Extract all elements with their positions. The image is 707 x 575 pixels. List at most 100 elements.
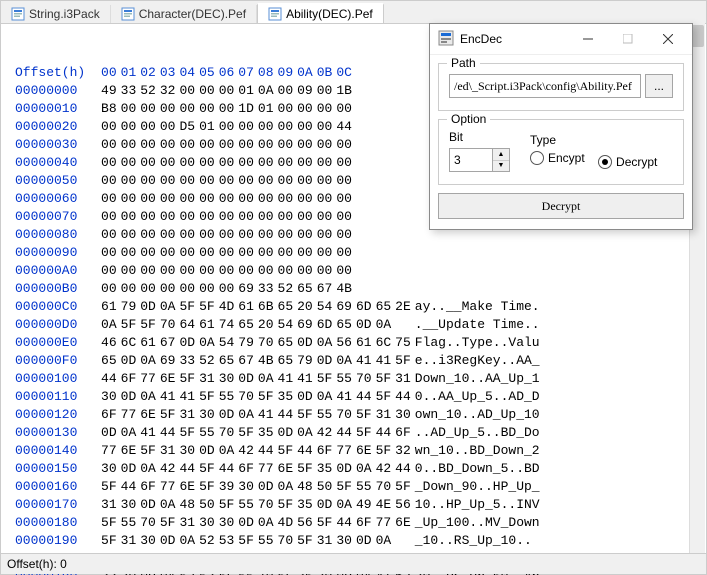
hex-byte[interactable]: 61 xyxy=(236,298,256,316)
hex-byte[interactable]: 0A xyxy=(256,370,276,388)
hex-byte[interactable]: 00 xyxy=(236,226,256,244)
hex-byte[interactable]: 5F xyxy=(295,532,315,550)
hex-byte[interactable]: 0A xyxy=(276,478,296,496)
hex-byte[interactable]: 31 xyxy=(393,370,413,388)
hex-byte[interactable]: 75 xyxy=(393,334,413,352)
hex-byte[interactable]: 5F xyxy=(374,442,394,460)
hex-byte[interactable]: 00 xyxy=(256,118,276,136)
hex-byte[interactable]: 61 xyxy=(197,316,217,334)
hex-byte[interactable]: 31 xyxy=(99,496,119,514)
hex-byte[interactable]: 5F xyxy=(119,316,139,334)
hex-byte[interactable]: 00 xyxy=(236,262,256,280)
hex-byte[interactable]: 5F xyxy=(393,478,413,496)
hex-byte[interactable]: 0A xyxy=(138,388,158,406)
hex-byte[interactable]: 67 xyxy=(315,280,335,298)
hex-byte[interactable]: 5F xyxy=(158,514,178,532)
hex-byte[interactable]: 0D xyxy=(158,532,178,550)
hex-byte[interactable]: 44 xyxy=(334,118,354,136)
hex-byte[interactable]: 00 xyxy=(119,190,139,208)
hex-byte[interactable]: 00 xyxy=(334,226,354,244)
hex-row[interactable]: 00000190 5F31300D0A52535F55705F31300D0A … xyxy=(13,532,542,550)
hex-byte[interactable]: 0A xyxy=(119,424,139,442)
hex-byte[interactable]: 30 xyxy=(197,514,217,532)
browse-button[interactable]: ... xyxy=(645,74,673,98)
hex-byte[interactable]: 5F xyxy=(276,442,296,460)
hex-byte[interactable]: 61 xyxy=(354,334,374,352)
hex-byte[interactable]: 00 xyxy=(119,136,139,154)
close-button[interactable] xyxy=(648,27,688,51)
hex-byte[interactable]: 0A xyxy=(236,406,256,424)
hex-byte[interactable]: 65 xyxy=(276,298,296,316)
hex-byte[interactable]: 6F xyxy=(393,424,413,442)
hex-byte[interactable]: 00 xyxy=(217,82,237,100)
hex-byte[interactable]: 5F xyxy=(354,406,374,424)
hex-byte[interactable]: 0D xyxy=(99,424,119,442)
hex-byte[interactable]: 5F xyxy=(236,424,256,442)
hex-byte[interactable]: 00 xyxy=(315,226,335,244)
hex-byte[interactable]: 44 xyxy=(393,388,413,406)
hex-byte[interactable]: 00 xyxy=(217,190,237,208)
hex-byte[interactable]: 55 xyxy=(354,478,374,496)
hex-byte[interactable]: 00 xyxy=(177,244,197,262)
hex-byte[interactable]: 00 xyxy=(334,154,354,172)
hex-byte[interactable]: 00 xyxy=(99,262,119,280)
hex-byte[interactable]: 0A xyxy=(197,334,217,352)
hex-byte[interactable]: 31 xyxy=(158,442,178,460)
hex-byte[interactable]: 69 xyxy=(295,316,315,334)
hex-byte[interactable]: 00 xyxy=(99,118,119,136)
hex-byte[interactable]: 52 xyxy=(138,82,158,100)
hex-byte[interactable]: 70 xyxy=(217,424,237,442)
hex-byte[interactable]: 00 xyxy=(334,100,354,118)
hex-byte[interactable]: 54 xyxy=(276,316,296,334)
hex-row[interactable]: 000000F0 650D0A69335265674B65790D0A41415… xyxy=(13,352,542,370)
title-bar[interactable]: EncDec xyxy=(430,24,692,55)
hex-byte[interactable]: 00 xyxy=(99,226,119,244)
hex-byte[interactable]: 55 xyxy=(236,496,256,514)
hex-byte[interactable]: 00 xyxy=(236,190,256,208)
hex-row[interactable]: 000000D0 0A5F5F70646174652054696D650D0A … xyxy=(13,316,542,334)
hex-byte[interactable]: 00 xyxy=(197,136,217,154)
hex-byte[interactable]: 00 xyxy=(177,190,197,208)
hex-byte[interactable]: 0D xyxy=(177,334,197,352)
decrypt-button[interactable]: Decrypt xyxy=(438,193,684,219)
hex-byte[interactable]: 30 xyxy=(138,532,158,550)
hex-byte[interactable]: 44 xyxy=(158,424,178,442)
hex-byte[interactable]: 0D xyxy=(217,406,237,424)
path-input[interactable] xyxy=(449,74,641,98)
hex-byte[interactable]: 00 xyxy=(315,190,335,208)
hex-byte[interactable]: 6B xyxy=(256,298,276,316)
hex-byte[interactable]: 0D xyxy=(295,334,315,352)
hex-byte[interactable]: 4B xyxy=(256,352,276,370)
hex-row[interactable]: 00000160 5F446F776E5F39300D0A48505F55705… xyxy=(13,478,542,496)
hex-byte[interactable]: 00 xyxy=(256,208,276,226)
hex-byte[interactable]: 00 xyxy=(177,208,197,226)
hex-byte[interactable]: 53 xyxy=(217,532,237,550)
hex-byte[interactable]: 00 xyxy=(217,208,237,226)
hex-byte[interactable]: 00 xyxy=(138,172,158,190)
hex-row[interactable]: 00000180 5F55705F3130300D0A4D565F446F776… xyxy=(13,514,542,532)
hex-byte[interactable]: 5F xyxy=(177,370,197,388)
hex-byte[interactable]: 41 xyxy=(334,388,354,406)
hex-byte[interactable]: 30 xyxy=(177,442,197,460)
hex-row[interactable]: 00000140 776E5F31300D0A42445F446F776E5F3… xyxy=(13,442,542,460)
hex-byte[interactable]: 00 xyxy=(295,136,315,154)
hex-byte[interactable]: 31 xyxy=(177,514,197,532)
hex-byte[interactable]: 6E xyxy=(354,442,374,460)
hex-row[interactable]: 00000090 00000000000000000000000000 xyxy=(13,244,542,262)
hex-byte[interactable]: 6C xyxy=(374,334,394,352)
hex-byte[interactable]: 55 xyxy=(119,514,139,532)
hex-byte[interactable]: 00 xyxy=(177,172,197,190)
hex-byte[interactable]: 00 xyxy=(119,154,139,172)
hex-byte[interactable]: 00 xyxy=(197,244,217,262)
hex-byte[interactable]: 00 xyxy=(177,100,197,118)
hex-byte[interactable]: 0A xyxy=(334,496,354,514)
hex-byte[interactable]: 00 xyxy=(158,100,178,118)
hex-byte[interactable]: 0D xyxy=(256,478,276,496)
hex-byte[interactable]: 39 xyxy=(217,478,237,496)
hex-byte[interactable]: 30 xyxy=(236,478,256,496)
hex-byte[interactable]: 41 xyxy=(256,406,276,424)
hex-byte[interactable]: 00 xyxy=(256,154,276,172)
hex-row[interactable]: 000000C0 61790D0A5F5F4D616B652054696D652… xyxy=(13,298,542,316)
hex-byte[interactable]: 00 xyxy=(158,244,178,262)
hex-byte[interactable]: 00 xyxy=(119,244,139,262)
